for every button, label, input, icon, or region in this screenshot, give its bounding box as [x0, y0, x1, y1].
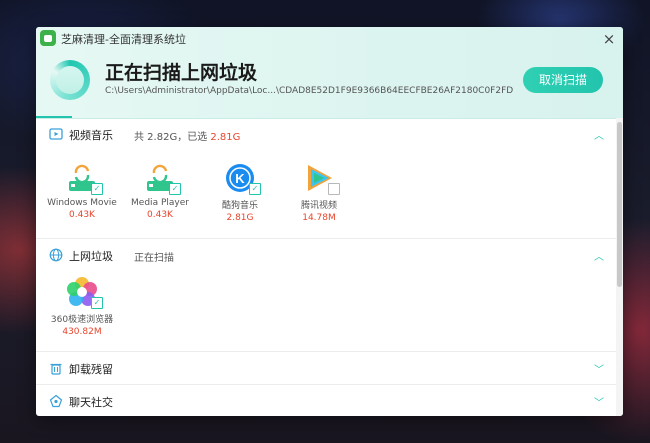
- page-title: 正在扫描上网垃圾: [105, 62, 258, 84]
- section-title: 上网垃圾: [69, 250, 113, 263]
- item-size: 0.43K: [147, 210, 173, 220]
- chevron-down-icon[interactable]: ﹀: [594, 394, 604, 409]
- window-title: 芝麻清理-全面清理系统垃: [61, 33, 186, 46]
- video-music-icon: [49, 128, 63, 140]
- item-size: 430.82M: [62, 327, 102, 337]
- chevron-down-icon[interactable]: ﹀: [594, 361, 604, 376]
- section-header[interactable]: 聊天社交 ﹀: [36, 385, 616, 416]
- close-button[interactable]: ×: [601, 31, 617, 47]
- checkbox[interactable]: ✓: [91, 297, 103, 309]
- selected-size: 2.81G: [210, 132, 241, 143]
- checkbox[interactable]: ✓: [169, 183, 181, 195]
- kugou-music-icon: K ✓: [223, 161, 261, 195]
- app-logo-icon: [40, 30, 56, 46]
- item-size: 2.81G: [226, 213, 254, 223]
- section-title: 视频音乐: [69, 129, 113, 142]
- scrollbar[interactable]: [616, 118, 623, 416]
- item-name: 酷狗音乐: [221, 201, 258, 211]
- section-header[interactable]: 卸载残留 ﹀: [36, 352, 616, 384]
- tencent-video-icon: ✓: [302, 161, 340, 195]
- section-chat-social: 聊天社交 ﹀: [36, 385, 616, 416]
- globe-icon: [49, 248, 63, 262]
- scan-progress-icon: [50, 60, 90, 100]
- item-name: 腾讯视频: [300, 201, 337, 211]
- list-item[interactable]: ✓ Windows Movie 0.43K: [42, 161, 122, 220]
- list-item[interactable]: ✓ Media Player 0.43K: [120, 161, 200, 220]
- chat-icon: [49, 394, 63, 408]
- item-size: 14.78M: [302, 213, 336, 223]
- scan-path: C:\Users\Administrator\AppData\Loc...\CD…: [105, 86, 514, 96]
- svg-text:K: K: [235, 171, 245, 186]
- chevron-up-icon[interactable]: ︿: [594, 127, 604, 142]
- checkbox[interactable]: ✓: [328, 183, 340, 195]
- windows-movie-icon: ✓: [65, 161, 103, 195]
- section-title: 卸载残留: [69, 363, 113, 376]
- item-name: 360极速浏览器: [50, 315, 114, 325]
- checkbox[interactable]: ✓: [249, 183, 261, 195]
- section-web-junk: 上网垃圾 正在扫描 ︿ ✓ 360极速浏览器 430.82M: [36, 239, 616, 352]
- section-video-music: 视频音乐 共 2.82G，已选 2.81G ︿ ✓ Windows Movie …: [36, 118, 616, 239]
- trash-icon: [50, 363, 62, 375]
- media-player-icon: ✓: [143, 161, 181, 195]
- list-item[interactable]: K ✓ 酷狗音乐 2.81G: [200, 161, 280, 223]
- list-item[interactable]: ✓ 360极速浏览器 430.82M: [42, 275, 122, 337]
- section-header[interactable]: 视频音乐 共 2.82G，已选 2.81G ︿: [36, 118, 616, 150]
- app-window: 芝麻清理-全面清理系统垃 × 正在扫描上网垃圾 C:\Users\Adminis…: [36, 27, 623, 416]
- section-header[interactable]: 上网垃圾 正在扫描 ︿: [36, 239, 616, 271]
- cancel-scan-button[interactable]: 取消扫描: [523, 67, 603, 93]
- item-size: 0.43K: [69, 210, 95, 220]
- list-item[interactable]: ✓ 腾讯视频 14.78M: [279, 161, 359, 223]
- section-summary: 共 2.82G，已选 2.81G: [134, 132, 241, 143]
- browser-360-icon: ✓: [65, 275, 103, 309]
- chevron-up-icon[interactable]: ︿: [594, 248, 604, 263]
- section-title: 聊天社交: [69, 396, 113, 409]
- section-uninstall-residue: 卸载残留 ﹀: [36, 352, 616, 385]
- item-name: Windows Movie: [47, 198, 117, 208]
- section-status: 正在扫描: [134, 253, 174, 264]
- header: 芝麻清理-全面清理系统垃 × 正在扫描上网垃圾 C:\Users\Adminis…: [36, 27, 623, 119]
- checkbox[interactable]: ✓: [91, 183, 103, 195]
- item-name: Media Player: [131, 198, 189, 208]
- scrollbar-thumb[interactable]: [617, 122, 622, 287]
